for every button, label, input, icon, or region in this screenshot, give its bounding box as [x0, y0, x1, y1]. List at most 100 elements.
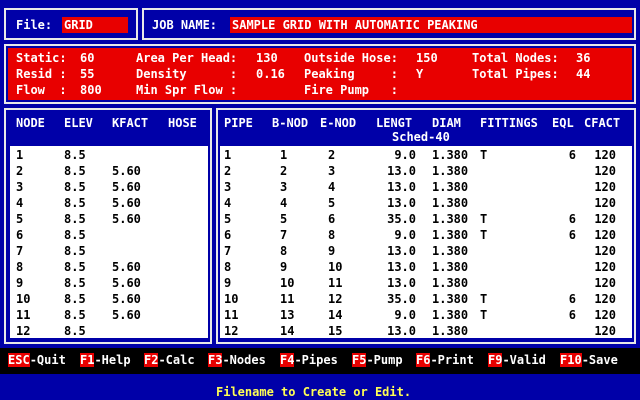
pipe-b-nod-cell[interactable]: 8	[280, 244, 304, 258]
pipe-cfact-cell[interactable]: 120	[588, 228, 616, 242]
fkey-f6[interactable]: F6-Print	[416, 353, 474, 367]
node-kfact-cell[interactable]: 5.60	[112, 180, 141, 194]
node-id-cell[interactable]: 8	[16, 260, 23, 274]
node-id-cell[interactable]: 2	[16, 164, 23, 178]
pipe-length-cell[interactable]: 35.0	[376, 212, 416, 226]
node-kfact-cell[interactable]: 5.60	[112, 212, 141, 226]
pipe-cfact-cell[interactable]: 120	[588, 260, 616, 274]
node-elev-cell[interactable]: 8.5	[64, 228, 86, 242]
pipe-b-nod-cell[interactable]: 5	[280, 212, 304, 226]
fkey-f9[interactable]: F9-Valid	[488, 353, 546, 367]
pipe-eql-cell[interactable]: 6	[552, 292, 576, 306]
fkey-f3[interactable]: F3-Nodes	[208, 353, 266, 367]
node-id-cell[interactable]: 10	[16, 292, 30, 306]
pipe-length-cell[interactable]: 13.0	[376, 260, 416, 274]
pipe-cfact-cell[interactable]: 120	[588, 148, 616, 162]
pipe-e-nod-cell[interactable]: 11	[328, 276, 352, 290]
pipe-cfact-cell[interactable]: 120	[588, 324, 616, 338]
pipe-cfact-cell[interactable]: 120	[588, 196, 616, 210]
node-id-cell[interactable]: 9	[16, 276, 23, 290]
pipe-fittings-cell[interactable]: T	[480, 308, 496, 322]
pipe-fittings-cell[interactable]: T	[480, 212, 496, 226]
node-kfact-cell[interactable]: 5.60	[112, 308, 141, 322]
pipe-b-nod-cell[interactable]: 3	[280, 180, 304, 194]
pipe-fittings-cell[interactable]: T	[480, 292, 496, 306]
node-id-cell[interactable]: 7	[16, 244, 23, 258]
pipe-length-cell[interactable]: 13.0	[376, 196, 416, 210]
node-elev-cell[interactable]: 8.5	[64, 260, 86, 274]
pipe-cfact-cell[interactable]: 120	[588, 276, 616, 290]
area-per-head-value[interactable]: 130	[256, 51, 278, 65]
pipe-cfact-cell[interactable]: 120	[588, 212, 616, 226]
node-id-cell[interactable]: 4	[16, 196, 23, 210]
node-elev-cell[interactable]: 8.5	[64, 212, 86, 226]
pipe-cfact-cell[interactable]: 120	[588, 244, 616, 258]
pipe-id-cell[interactable]: 3	[224, 180, 256, 194]
pipe-diam-cell[interactable]: 1.380	[432, 324, 472, 338]
pipe-b-nod-cell[interactable]: 14	[280, 324, 304, 338]
fkey-f2[interactable]: F2-Calc	[144, 353, 195, 367]
pipe-diam-cell[interactable]: 1.380	[432, 292, 472, 306]
pipe-e-nod-cell[interactable]: 9	[328, 244, 352, 258]
flow-value[interactable]: 800	[80, 83, 102, 97]
pipe-b-nod-cell[interactable]: 7	[280, 228, 304, 242]
pipe-id-cell[interactable]: 1	[224, 148, 256, 162]
pipe-b-nod-cell[interactable]: 4	[280, 196, 304, 210]
pipe-id-cell[interactable]: 2	[224, 164, 256, 178]
node-id-cell[interactable]: 6	[16, 228, 23, 242]
pipe-e-nod-cell[interactable]: 8	[328, 228, 352, 242]
pipe-id-cell[interactable]: 7	[224, 244, 256, 258]
node-id-cell[interactable]: 12	[16, 324, 30, 338]
pipe-e-nod-cell[interactable]: 12	[328, 292, 352, 306]
pipe-diam-cell[interactable]: 1.380	[432, 260, 472, 274]
pipe-id-cell[interactable]: 8	[224, 260, 256, 274]
pipe-length-cell[interactable]: 13.0	[376, 276, 416, 290]
pipe-id-cell[interactable]: 4	[224, 196, 256, 210]
pipe-cfact-cell[interactable]: 120	[588, 164, 616, 178]
pipe-eql-cell[interactable]: 6	[552, 212, 576, 226]
pipe-diam-cell[interactable]: 1.380	[432, 180, 472, 194]
pipe-cfact-cell[interactable]: 120	[588, 180, 616, 194]
pipe-length-cell[interactable]: 13.0	[376, 180, 416, 194]
pipe-id-cell[interactable]: 10	[224, 292, 256, 306]
static-value[interactable]: 60	[80, 51, 94, 65]
node-id-cell[interactable]: 3	[16, 180, 23, 194]
pipe-length-cell[interactable]: 9.0	[376, 148, 416, 162]
pipe-diam-cell[interactable]: 1.380	[432, 276, 472, 290]
outside-hose-value[interactable]: 150	[416, 51, 438, 65]
pipe-b-nod-cell[interactable]: 10	[280, 276, 304, 290]
pipe-length-cell[interactable]: 13.0	[376, 324, 416, 338]
node-kfact-cell[interactable]: 5.60	[112, 196, 141, 210]
node-kfact-cell[interactable]: 5.60	[112, 260, 141, 274]
node-kfact-cell[interactable]: 5.60	[112, 164, 141, 178]
pipe-diam-cell[interactable]: 1.380	[432, 228, 472, 242]
pipe-fittings-cell[interactable]: T	[480, 228, 496, 242]
pipe-length-cell[interactable]: 9.0	[376, 308, 416, 322]
pipe-e-nod-cell[interactable]: 2	[328, 148, 352, 162]
fkey-esc[interactable]: ESC-Quit	[8, 353, 66, 367]
pipe-length-cell[interactable]: 35.0	[376, 292, 416, 306]
node-id-cell[interactable]: 1	[16, 148, 23, 162]
node-elev-cell[interactable]: 8.5	[64, 324, 86, 338]
pipe-e-nod-cell[interactable]: 5	[328, 196, 352, 210]
node-elev-cell[interactable]: 8.5	[64, 180, 86, 194]
pipe-id-cell[interactable]: 6	[224, 228, 256, 242]
pipe-e-nod-cell[interactable]: 15	[328, 324, 352, 338]
pipe-cfact-cell[interactable]: 120	[588, 292, 616, 306]
pipe-b-nod-cell[interactable]: 13	[280, 308, 304, 322]
pipe-diam-cell[interactable]: 1.380	[432, 148, 472, 162]
node-elev-cell[interactable]: 8.5	[64, 308, 86, 322]
pipe-eql-cell[interactable]: 6	[552, 308, 576, 322]
fkey-f1[interactable]: F1-Help	[80, 353, 131, 367]
resid-value[interactable]: 55	[80, 67, 94, 81]
node-elev-cell[interactable]: 8.5	[64, 244, 86, 258]
pipe-id-cell[interactable]: 12	[224, 324, 256, 338]
pipe-id-cell[interactable]: 5	[224, 212, 256, 226]
pipe-fittings-cell[interactable]: T	[480, 148, 496, 162]
pipe-diam-cell[interactable]: 1.380	[432, 308, 472, 322]
node-elev-cell[interactable]: 8.5	[64, 276, 86, 290]
pipe-e-nod-cell[interactable]: 3	[328, 164, 352, 178]
node-id-cell[interactable]: 11	[16, 308, 30, 322]
pipe-diam-cell[interactable]: 1.380	[432, 164, 472, 178]
pipe-b-nod-cell[interactable]: 11	[280, 292, 304, 306]
